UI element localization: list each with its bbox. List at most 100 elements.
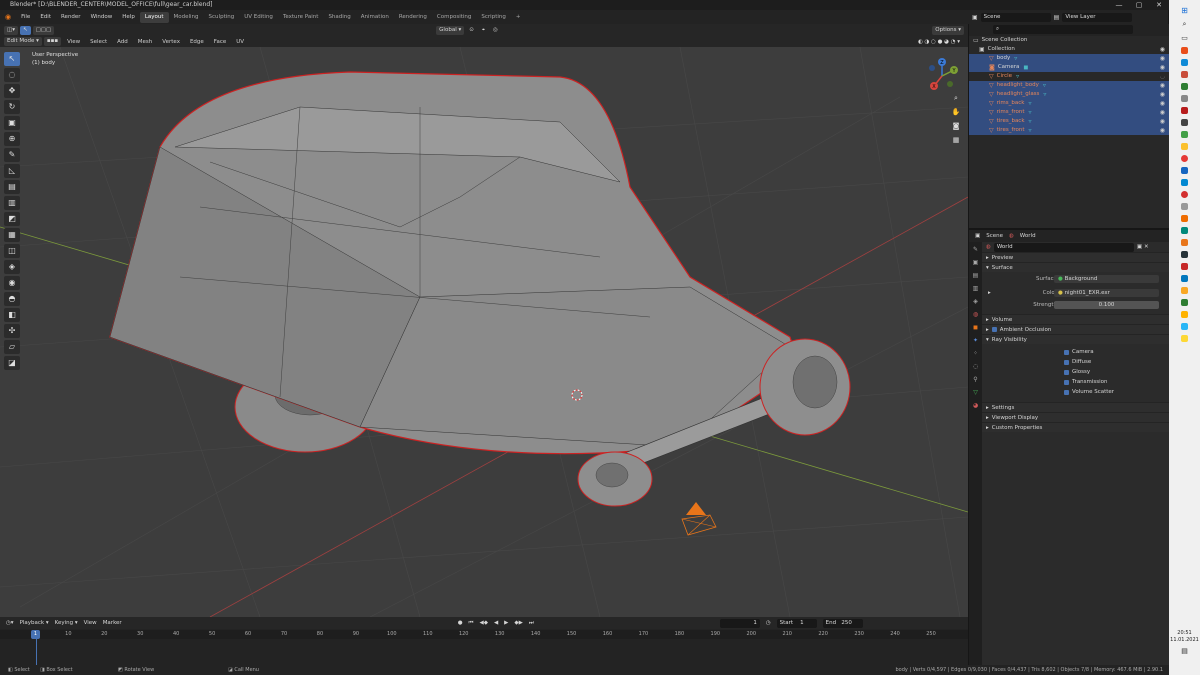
menu-vertex[interactable]: Vertex [158, 39, 184, 45]
inset-icon[interactable]: ▥ [4, 196, 20, 210]
panel-surface[interactable]: ▾ Surface [982, 262, 1169, 272]
outliner-scene-collection[interactable]: ▭ Scene Collection [969, 36, 1169, 45]
view-layer-tab-icon[interactable]: ▥ [973, 285, 979, 294]
maximize-button[interactable]: ▢ [1129, 0, 1149, 10]
pan-hand-icon[interactable]: ✋ [952, 107, 961, 116]
blender-logo-icon[interactable]: ◉ [0, 13, 16, 21]
shrink-icon[interactable]: ✣ [4, 324, 20, 338]
ray-camera-checkbox[interactable]: Camera [1060, 347, 1169, 357]
start-frame-field[interactable]: Start 1 [776, 618, 817, 628]
app-icon[interactable] [1181, 119, 1188, 126]
app-icon[interactable] [1181, 95, 1188, 102]
pivot-icon[interactable]: ⊙ [466, 27, 477, 33]
options-dropdown[interactable]: Options ▾ [932, 25, 964, 35]
menu-mesh[interactable]: Mesh [134, 39, 156, 45]
tab-shading[interactable]: Shading [323, 12, 355, 23]
camera-object[interactable] [681, 502, 717, 536]
editor-type-button[interactable]: ◫▾ [4, 25, 18, 35]
timeline-marker-menu[interactable]: Marker [103, 620, 122, 626]
view-layer-field[interactable]: View Layer [1062, 12, 1133, 22]
particles-tab-icon[interactable]: ⁘ [973, 350, 978, 359]
app-icon[interactable] [1181, 143, 1188, 150]
output-tab-icon[interactable]: ▤ [973, 272, 979, 281]
loop-cut-icon[interactable]: ▦ [4, 228, 20, 242]
eye-icon[interactable]: ◉ [1160, 81, 1165, 90]
outliner-item-tires-back[interactable]: ▽ tires_back ▿ ◉ [969, 117, 1169, 126]
eye-hidden-icon[interactable]: ◡ [1160, 72, 1165, 81]
world-tab-icon[interactable]: ◍ [973, 311, 978, 320]
panel-settings[interactable]: ▸ Settings [982, 402, 1169, 412]
outliner-collection[interactable]: ▣ Collection ◉ [969, 45, 1169, 54]
duplicate-icon[interactable]: ▣ [1137, 242, 1142, 252]
menu-face[interactable]: Face [210, 39, 230, 45]
app-icon[interactable] [1181, 47, 1188, 54]
outliner-item-body[interactable]: ▽ body ▿ ◉ [969, 54, 1169, 63]
app-icon[interactable] [1181, 83, 1188, 90]
material-tab-icon[interactable]: ◕ [973, 402, 978, 411]
outliner-item-headlight-body[interactable]: ▽ headlight_body ▿ ◉ [969, 81, 1169, 90]
menu-help[interactable]: Help [117, 14, 140, 20]
menu-edge[interactable]: Edge [186, 39, 208, 45]
blender-taskbar-icon[interactable] [1181, 239, 1188, 246]
mode-dropdown[interactable]: Edit Mode ▾ [4, 37, 42, 46]
task-view-icon[interactable]: ▭ [1181, 34, 1188, 42]
tab-texture-paint[interactable]: Texture Paint [278, 12, 324, 23]
measure-icon[interactable]: ◺ [4, 164, 20, 178]
camera-view-icon[interactable]: ◙ [953, 122, 960, 130]
object-tab-icon[interactable]: ◼ [973, 324, 978, 333]
render-tab-icon[interactable]: ▣ [973, 259, 979, 268]
ray-glossy-checkbox[interactable]: Glossy [1060, 367, 1169, 377]
select-mode-buttons[interactable]: ▢▢▢ [32, 25, 55, 35]
notification-icon[interactable]: ▤ [1169, 648, 1200, 655]
physics-tab-icon[interactable]: ◌ [973, 363, 978, 372]
app-icon[interactable] [1181, 227, 1188, 234]
app-icon[interactable] [1181, 71, 1188, 78]
ao-checkbox[interactable] [991, 327, 997, 332]
orientation-dropdown[interactable]: Global ▾ [436, 25, 465, 35]
end-frame-field[interactable]: End 250 [822, 618, 863, 628]
tab-modeling[interactable]: Modeling [169, 12, 204, 23]
shear-icon[interactable]: ▱ [4, 340, 20, 354]
expand-icon[interactable]: ▸ [988, 288, 991, 298]
3d-viewport[interactable] [0, 47, 968, 617]
jump-start-icon[interactable]: ⏮ [469, 620, 474, 627]
outliner-search-input[interactable]: ⌕ [993, 25, 1133, 34]
scene-tab-icon[interactable]: ◈ [973, 298, 978, 307]
ortho-toggle-icon[interactable]: ▦ [953, 136, 960, 144]
app-icon[interactable] [1181, 59, 1188, 66]
search-icon[interactable]: ⌕ [1183, 20, 1187, 29]
panel-ray-visibility[interactable]: ▾ Ray Visibility [982, 334, 1169, 344]
select-tool-button[interactable]: ↖ [19, 25, 31, 35]
timeline-editor-icon[interactable]: ◷▾ [6, 620, 14, 626]
move-icon[interactable]: ✥ [4, 84, 20, 98]
zoom-icon[interactable]: ⌕ [954, 94, 958, 102]
app-icon[interactable] [1181, 275, 1188, 282]
playback-menu[interactable]: Playback ▾ [20, 620, 49, 626]
front-wheel-left[interactable] [577, 451, 653, 507]
poly-build-icon[interactable]: ◈ [4, 260, 20, 274]
menu-add[interactable]: Add [113, 39, 132, 45]
outliner-item-circle[interactable]: ▽ Circle ▿ ◡ [969, 72, 1169, 81]
panel-custom-properties[interactable]: ▸ Custom Properties [982, 422, 1169, 432]
playhead[interactable]: 1 [31, 630, 40, 639]
surface-value[interactable]: ● Background [1054, 275, 1159, 283]
system-clock[interactable]: 20:51 11.01.2021 ▤ [1169, 630, 1200, 655]
app-icon[interactable] [1181, 203, 1188, 210]
tab-rendering[interactable]: Rendering [394, 12, 432, 23]
play-reverse-icon[interactable]: ◀ [494, 620, 498, 626]
rotate-icon[interactable]: ↻ [4, 100, 20, 114]
app-icon[interactable] [1181, 107, 1188, 114]
modifier-tab-icon[interactable]: ✦ [973, 337, 978, 346]
outliner-item-headlight-glass[interactable]: ▽ headlight_glass ▿ ◉ [969, 90, 1169, 99]
tab-sculpting[interactable]: Sculpting [204, 12, 240, 23]
app-icon[interactable] [1181, 191, 1188, 198]
panel-volume[interactable]: ▸ Volume [982, 314, 1169, 324]
add-workspace-button[interactable]: + [511, 12, 526, 23]
outliner-item-tires-front[interactable]: ▽ tires_front ▿ ◉ [969, 126, 1169, 135]
ray-transmission-checkbox[interactable]: Transmission [1060, 377, 1169, 387]
app-icon[interactable] [1181, 167, 1188, 174]
strength-slider[interactable]: 0.100 [1054, 301, 1159, 309]
timeline-ruler[interactable]: 10 20 30 40 50 60 70 80 90 100 110 120 130 140 150 160 1… [0, 630, 968, 639]
menu-select[interactable]: Select [86, 39, 111, 45]
unlink-icon[interactable]: ✕ [1144, 242, 1149, 252]
